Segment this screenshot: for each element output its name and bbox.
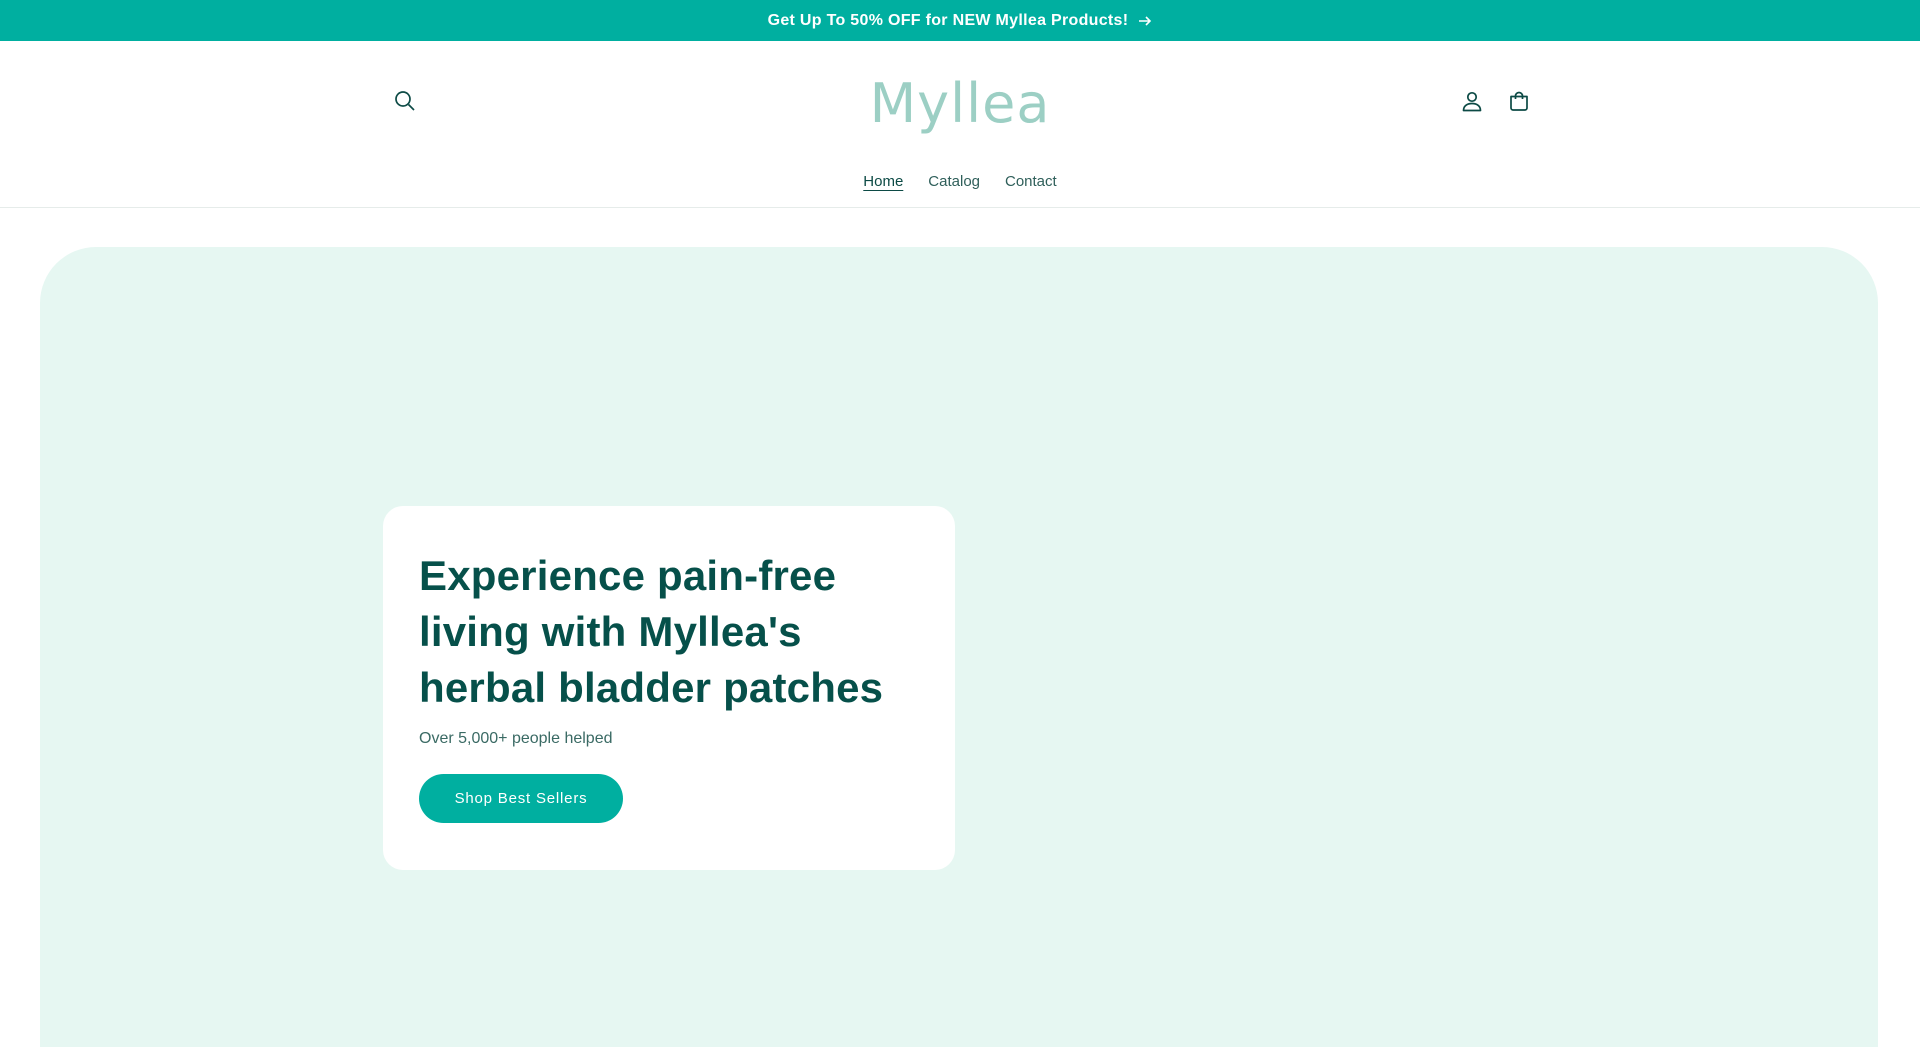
main-nav: Home Catalog Contact xyxy=(0,171,1920,192)
arrow-right-icon xyxy=(1138,15,1152,27)
search-icon xyxy=(393,89,417,118)
hero-title: Experience pain-free living with Myllea'… xyxy=(419,552,884,711)
account-button[interactable] xyxy=(1450,81,1494,125)
hero-card: Experience pain-free living with Myllea'… xyxy=(383,506,955,870)
logo[interactable]: Myllea xyxy=(860,71,1060,135)
search-button[interactable] xyxy=(383,81,427,125)
announcement-bar[interactable]: Get Up To 50% OFF for NEW Myllea Product… xyxy=(0,0,1920,41)
account-icon xyxy=(1460,89,1484,118)
announcement-text: Get Up To 50% OFF for NEW Myllea Product… xyxy=(767,11,1129,29)
nav-home-link[interactable]: Home xyxy=(863,171,903,192)
site-header: Myllea Home Catalog Contact xyxy=(0,41,1920,208)
shop-best-sellers-button[interactable]: Shop Best Sellers xyxy=(419,774,623,823)
hero-subtitle: Over 5,000+ people helped xyxy=(419,730,613,747)
nav-catalog-link[interactable]: Catalog xyxy=(928,171,980,192)
cart-icon xyxy=(1507,89,1531,118)
hero-banner xyxy=(40,247,1878,1047)
cart-button[interactable] xyxy=(1497,81,1541,125)
nav-contact-link[interactable]: Contact xyxy=(1005,171,1057,192)
